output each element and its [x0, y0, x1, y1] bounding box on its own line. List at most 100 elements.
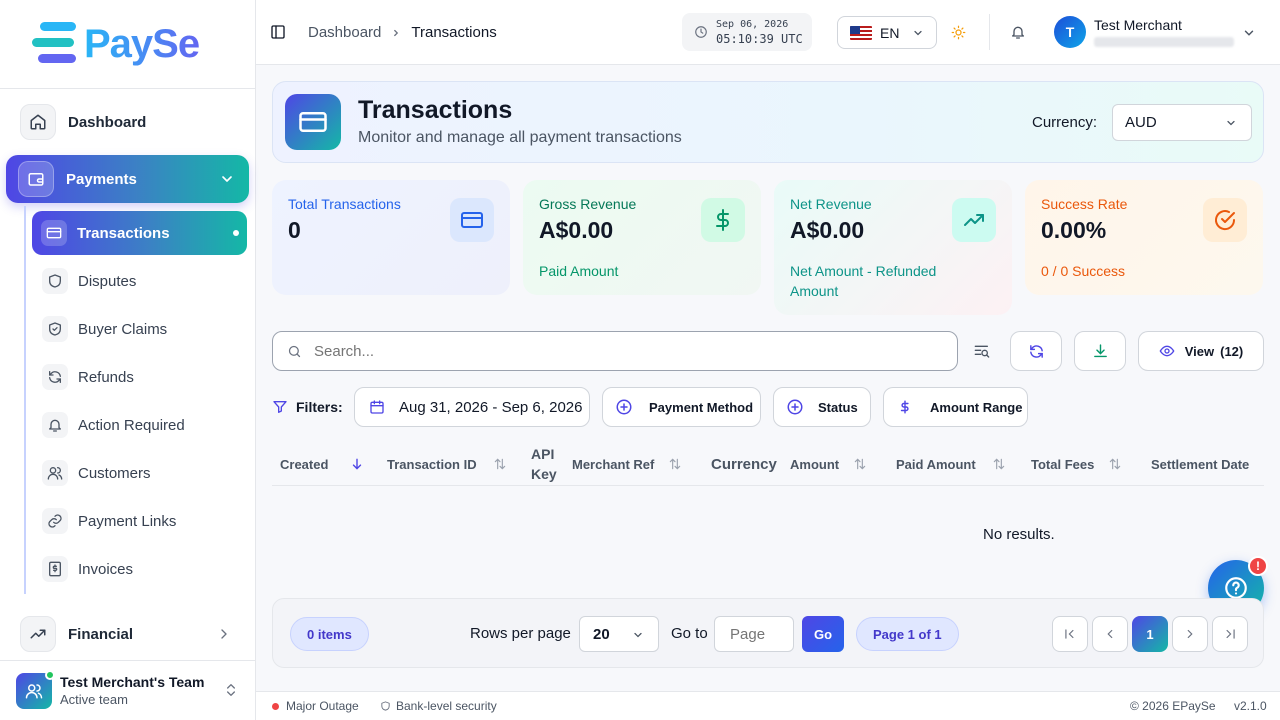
sidebar-item-label: Refunds	[78, 368, 134, 386]
page-title: Transactions	[358, 96, 513, 124]
sort-desc-icon	[350, 457, 364, 471]
last-page-button[interactable]	[1212, 616, 1248, 652]
sort-icon	[853, 457, 867, 471]
language-select[interactable]: EN	[837, 16, 937, 49]
goto-page-input[interactable]	[714, 616, 794, 652]
sidebar-item-buyer-claims[interactable]: Buyer Claims	[42, 316, 167, 342]
first-page-button[interactable]	[1052, 616, 1088, 652]
filters-label: Filters:	[296, 399, 343, 415]
payment-method-filter[interactable]: Payment Method	[602, 387, 761, 427]
go-button[interactable]: Go	[802, 616, 844, 652]
column-label: Created	[280, 456, 329, 472]
rows-per-page-value: 20	[593, 625, 610, 643]
refresh-button[interactable]	[1010, 331, 1062, 371]
view-columns-button[interactable]: View (12)	[1138, 331, 1264, 371]
breadcrumb-separator-icon	[391, 28, 401, 38]
topbar-divider	[989, 14, 990, 50]
search-icon	[287, 344, 302, 359]
search-filter-icon[interactable]	[974, 344, 990, 358]
view-label: View	[1184, 343, 1215, 359]
calendar-icon	[369, 399, 385, 415]
nav-financial[interactable]: Financial	[20, 616, 236, 652]
page-number-button[interactable]: 1	[1132, 616, 1168, 652]
bell-icon[interactable]	[1010, 24, 1026, 40]
sidebar-item-transactions[interactable]: Transactions	[32, 211, 247, 255]
sidebar-toggle-icon[interactable]	[270, 24, 286, 40]
column-header-paid-amount[interactable]: Paid Amount	[896, 447, 1006, 481]
rows-per-page-label: Rows per page	[470, 625, 571, 642]
breadcrumb-dashboard[interactable]: Dashboard	[308, 24, 381, 41]
credit-card-icon	[285, 94, 341, 150]
system-status[interactable]: Major Outage	[286, 699, 359, 713]
pagination-bar: 0 items Rows per page 20 Go to Go Page 1…	[272, 598, 1264, 668]
check-circle-icon	[1203, 198, 1247, 242]
column-header-transaction-id[interactable]: Transaction ID	[387, 447, 507, 481]
team-name: Test Merchant's Team	[60, 674, 205, 690]
nav-payments[interactable]: Payments	[6, 155, 249, 203]
user-menu[interactable]: T Test Merchant	[1054, 15, 1264, 49]
column-label: Transaction ID	[387, 456, 477, 472]
date-range-filter[interactable]: Aug 31, 2026 - Sep 6, 2026	[354, 387, 590, 427]
sidebar-item-refunds[interactable]: Refunds	[42, 364, 134, 390]
status-dot	[272, 703, 279, 710]
column-label: Total Fees	[1031, 456, 1095, 472]
sun-icon[interactable]	[951, 25, 966, 40]
sidebar-item-label: Invoices	[78, 560, 134, 578]
nav-dashboard[interactable]: Dashboard	[20, 104, 146, 140]
shield-icon	[42, 268, 68, 294]
chevron-down-icon	[912, 27, 924, 39]
sidebar-item-customers[interactable]: Customers	[42, 460, 151, 486]
breadcrumb: Dashboard Transactions	[308, 24, 497, 41]
column-header-total-fees[interactable]: Total Fees	[1031, 447, 1122, 481]
user-name: Test Merchant	[1094, 17, 1182, 33]
sidebar-item-action-required[interactable]: Action Required	[42, 412, 185, 438]
search-input[interactable]	[314, 342, 914, 360]
chevron-left-icon	[1107, 629, 1113, 639]
column-header-created[interactable]: Created	[280, 447, 364, 481]
plus-circle-icon	[786, 398, 804, 416]
breadcrumb-current: Transactions	[411, 24, 497, 41]
shield-icon	[380, 700, 391, 712]
column-label: Currency	[711, 455, 777, 473]
page-subtitle: Monitor and manage all payment transacti…	[358, 129, 682, 146]
payment-method-label: Payment Method	[649, 399, 754, 415]
page-header-card: Transactions Monitor and manage all paym…	[272, 81, 1264, 163]
clock-icon	[694, 25, 708, 39]
user-avatar: T	[1054, 16, 1086, 48]
column-label: Paid Amount	[896, 456, 976, 472]
team-avatar	[16, 669, 55, 709]
next-page-button[interactable]	[1172, 616, 1208, 652]
rows-per-page-select[interactable]: 20	[579, 616, 659, 652]
export-button[interactable]	[1074, 331, 1126, 371]
chevron-down-icon	[632, 629, 644, 641]
column-header-merchant-ref[interactable]: Merchant Ref	[572, 447, 682, 481]
search-field[interactable]	[272, 331, 958, 371]
currency-select[interactable]: AUD	[1112, 104, 1252, 141]
sort-icon	[668, 457, 682, 471]
prev-page-button[interactable]	[1092, 616, 1128, 652]
brand-logo[interactable]: PaySe	[0, 0, 255, 89]
chevron-down-icon	[1225, 117, 1237, 129]
stat-sub: Net Amount - Refunded Amount	[790, 263, 937, 299]
sidebar-item-label: Payment Links	[78, 512, 177, 530]
sidebar-item-payment-links[interactable]: Payment Links	[42, 508, 176, 534]
status-filter[interactable]: Status	[773, 387, 871, 427]
user-email-redacted	[1094, 37, 1234, 47]
credit-card-icon	[450, 198, 494, 242]
nav-payments-label: Payments	[66, 170, 137, 188]
column-header-currency: Currency	[711, 447, 777, 481]
shield-check-icon	[42, 316, 68, 342]
column-label: Settlement Date	[1151, 456, 1250, 472]
column-label: API Key	[531, 446, 557, 482]
clock-time: 05:10:39 UTC	[716, 32, 803, 46]
sidebar-item-disputes[interactable]: Disputes	[42, 268, 136, 294]
column-label: Merchant Ref	[572, 456, 655, 472]
sidebar-item-invoices[interactable]: Invoices	[42, 556, 133, 582]
status-label: Status	[818, 399, 858, 415]
team-switcher[interactable]: Test Merchant's Team Active team	[0, 660, 255, 720]
column-header-amount[interactable]: Amount	[790, 447, 867, 481]
sort-icon	[1108, 457, 1122, 471]
amount-range-filter[interactable]: Amount Range	[883, 387, 1028, 427]
stat-success-rate: Success Rate 0.00% 0 / 0 Success	[1025, 180, 1263, 295]
clock-date: Sep 06, 2026	[716, 19, 789, 30]
